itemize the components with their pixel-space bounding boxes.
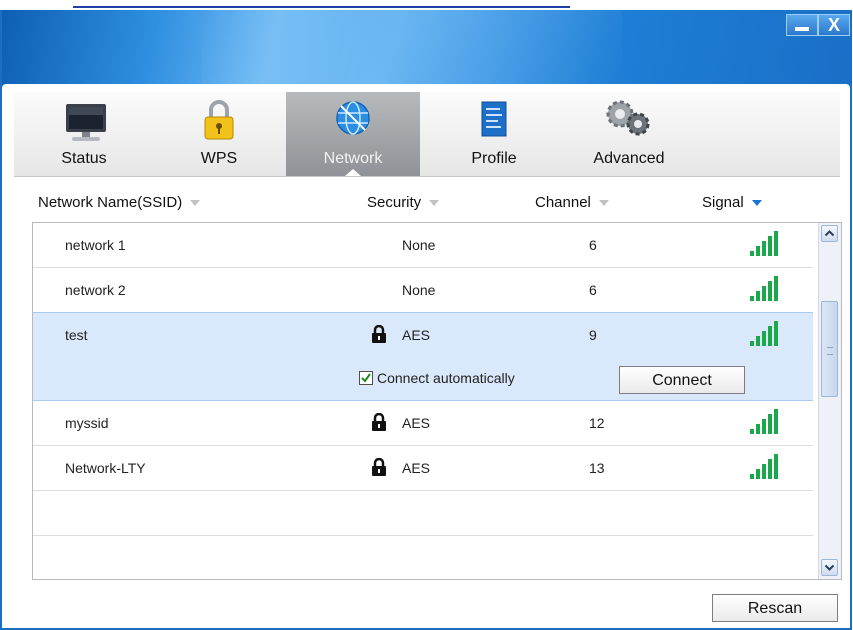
- signal-strength-icon: [750, 231, 778, 256]
- minimize-button[interactable]: [786, 14, 818, 36]
- network-ssid: network 1: [65, 237, 126, 253]
- tab-wps-label: WPS: [200, 150, 238, 167]
- network-security: None: [402, 282, 436, 298]
- network-channel: 9: [589, 327, 597, 343]
- tab-toolbar: Status WPS Network Profile Advanced: [14, 92, 840, 177]
- network-row[interactable]: network 1 None 6: [33, 223, 813, 268]
- top-link-underline: [73, 6, 570, 8]
- rescan-button[interactable]: Rescan: [712, 594, 838, 622]
- signal-strength-icon: [750, 454, 778, 479]
- vertical-scrollbar[interactable]: [818, 223, 841, 579]
- close-button[interactable]: X: [818, 14, 850, 36]
- column-header-channel[interactable]: Channel: [535, 194, 609, 211]
- sort-arrow-icon: [429, 200, 440, 207]
- signal-strength-icon: [750, 409, 778, 434]
- signal-strength-icon: [750, 276, 778, 301]
- connect-button[interactable]: Connect: [619, 366, 745, 394]
- network-ssid: Network-LTY: [65, 460, 146, 476]
- close-icon: X: [827, 15, 840, 35]
- tab-wps[interactable]: WPS: [169, 92, 269, 176]
- sort-arrow-icon: [598, 200, 609, 207]
- network-security: AES: [402, 415, 431, 431]
- sort-arrow-active-icon: [751, 200, 762, 207]
- chevron-up-icon: [824, 230, 835, 237]
- scroll-thumb[interactable]: [821, 301, 838, 397]
- network-channel: 12: [589, 415, 605, 431]
- column-header-row: Network Name(SSID) Security Channel Sign…: [32, 188, 842, 218]
- padlock-icon: [204, 100, 234, 140]
- title-bar: X: [2, 10, 850, 88]
- column-header-security-label: Security: [367, 194, 422, 211]
- tab-profile[interactable]: Profile: [444, 92, 544, 176]
- empty-list-row: [33, 536, 813, 579]
- tab-network-label: Network: [323, 150, 383, 167]
- network-security: AES: [402, 460, 431, 476]
- scroll-grip-icon: [827, 347, 833, 355]
- main-panel: Status WPS Network Profile Advanced Netw…: [2, 84, 850, 628]
- network-row[interactable]: Network-LTY AES 13: [33, 446, 813, 491]
- auto-connect-label: Connect automatically: [377, 370, 515, 386]
- column-header-ssid-label: Network Name(SSID): [38, 194, 183, 211]
- checkbox-checked-icon: [359, 371, 373, 385]
- network-channel: 6: [589, 282, 597, 298]
- column-header-signal[interactable]: Signal: [702, 194, 762, 211]
- network-row[interactable]: myssid AES 12: [33, 401, 813, 446]
- tab-advanced[interactable]: Advanced: [574, 92, 684, 176]
- column-header-security[interactable]: Security: [367, 194, 440, 211]
- network-security: AES: [402, 327, 431, 343]
- empty-list-row: [33, 491, 813, 536]
- document-icon: [481, 101, 507, 137]
- tab-advanced-label: Advanced: [593, 150, 665, 167]
- lock-icon: [372, 458, 386, 476]
- active-tab-caret: [345, 169, 361, 176]
- tab-status[interactable]: Status: [34, 92, 134, 176]
- lock-icon: [372, 325, 386, 343]
- tab-status-label: Status: [61, 150, 107, 167]
- scroll-up-button[interactable]: [821, 225, 838, 242]
- network-channel: 13: [589, 460, 605, 476]
- monitor-icon: [66, 104, 106, 141]
- lock-icon: [372, 413, 386, 431]
- sort-arrow-icon: [190, 200, 201, 207]
- network-list: network 1 None 6 network 2 None 6 test A…: [32, 222, 842, 580]
- column-header-channel-label: Channel: [535, 194, 591, 211]
- minimize-icon: [795, 27, 809, 31]
- network-row-selected[interactable]: test AES 9 Connect automatically Connect: [33, 312, 813, 401]
- auto-connect-checkbox[interactable]: Connect automatically: [359, 370, 515, 386]
- network-channel: 6: [589, 237, 597, 253]
- signal-strength-icon: [750, 321, 778, 346]
- chevron-down-icon: [824, 564, 835, 571]
- network-ssid: test: [65, 327, 88, 343]
- tab-network[interactable]: Network: [286, 92, 420, 176]
- column-header-ssid[interactable]: Network Name(SSID): [38, 194, 201, 211]
- app-window: X Status WPS Network Profile Advanced Ne…: [0, 10, 852, 630]
- network-ssid: network 2: [65, 282, 126, 298]
- network-row[interactable]: network 2 None 6: [33, 268, 813, 313]
- scroll-down-button[interactable]: [821, 559, 838, 576]
- gears-icon: [606, 100, 650, 136]
- globe-icon: [336, 101, 370, 135]
- column-header-signal-label: Signal: [702, 194, 744, 211]
- tab-profile-label: Profile: [471, 150, 517, 167]
- network-security: None: [402, 237, 436, 253]
- network-ssid: myssid: [65, 415, 109, 431]
